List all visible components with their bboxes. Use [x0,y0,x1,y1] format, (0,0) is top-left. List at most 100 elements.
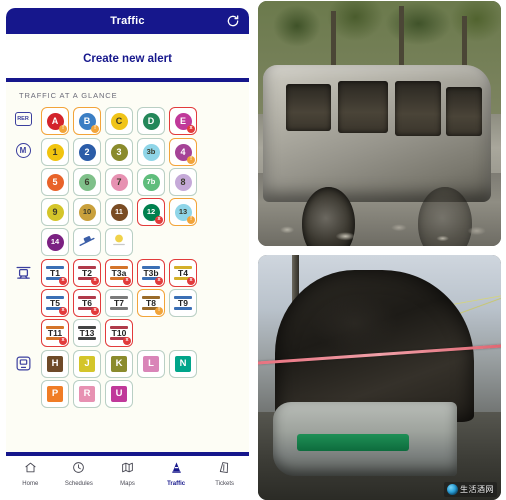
line-row: A! B! C D Ex [40,107,249,135]
line-row: 9 10 11 12 x 13! [40,198,249,226]
line-tile-metro-14[interactable]: 14 [41,228,69,256]
line-tile-transilien-K[interactable]: K [105,350,133,378]
line-tile-metro-13[interactable]: 13! [169,198,197,226]
line-tile-transilien-U[interactable]: U [105,380,133,408]
line-tile-metro-9[interactable]: 9 [41,198,69,226]
line-tile-metro-3b[interactable]: 3b [137,138,165,166]
line-tile-tram-T2[interactable]: T2 x [73,259,101,287]
status-badge: x [155,277,163,285]
line-grid-transilien: HJKLN PRU [40,350,249,410]
line-tile-metro-5[interactable]: 5 [41,168,69,196]
line-row: 1 2 3 3b 4! [40,138,249,166]
traffic-at-a-glance-section: TRAFFIC AT A GLANCE RER A! B! C D Ex M 1 2 3 3b 4! 5… [6,82,249,452]
line-tile-metro-4[interactable]: 4! [169,138,197,166]
line-letter-mark: N [175,356,191,372]
tab-tickets[interactable]: Tickets [200,461,249,487]
line-number-mark: D [142,112,160,130]
app-bar: Traffic [6,8,249,34]
page-title: Traffic [110,15,145,27]
clock-icon [72,461,85,479]
line-tile-rer-D[interactable]: D [137,107,165,135]
line-number-mark: 14 [46,233,64,251]
tab-label: Maps [120,481,135,487]
line-letter-mark: J [79,356,95,372]
line-tile-transilien-L[interactable]: L [137,350,165,378]
tab-label: Traffic [167,481,186,487]
line-tile-tram-T5[interactable]: T5 x [41,289,69,317]
tram-badge-icon [15,264,32,286]
line-tile-metro-8[interactable]: 8 [169,168,197,196]
line-tile-metro-6[interactable]: 6 [73,168,101,196]
tab-home[interactable]: Home [6,461,55,487]
screen: Traffic Create new alert TRAFFIC AT A GL… [0,0,506,500]
tab-schedules[interactable]: Schedules [55,461,104,487]
line-number-mark: C [110,112,128,130]
line-number-mark: 6 [78,173,96,191]
transilien-badge-icon [15,355,32,377]
funicular-icon [78,231,96,254]
status-badge: x [91,307,99,315]
tram-green-stripe [296,433,409,451]
line-tile-transilien-N[interactable]: N [169,350,197,378]
line-tile-tram-T13[interactable]: T13 [73,319,101,347]
tab-maps[interactable]: Maps [103,461,152,487]
line-grid-rer: A! B! C D Ex [40,107,249,137]
line-tile-transilien-J[interactable]: J [73,350,101,378]
line-tile-tram-T1[interactable]: T1 x [41,259,69,287]
line-tile-metro-7[interactable]: 7 [105,168,133,196]
line-tile-metro-11[interactable]: 11 [105,198,133,226]
line-tile-tram-T11[interactable]: T11 x [41,319,69,347]
line-tile-tram-T8[interactable]: T8! [137,289,165,317]
line-letter-mark: R [79,386,95,402]
cone-icon [170,461,183,479]
line-row: 14 [40,228,249,256]
status-badge: x [91,277,99,285]
mode-list: RER A! B! C D Ex M 1 2 3 3b 4! 5 6 7 7b 8 9 10 11 12 x 13! 14 T1… [6,107,249,410]
mode-block-rer: RER A! B! C D Ex [6,107,249,137]
tab-traffic[interactable]: Traffic [152,461,201,487]
line-tile-metro-2[interactable]: 2 [73,138,101,166]
line-number-mark: 5 [46,173,64,191]
status-badge: x [123,337,131,345]
line-tile-transilien-P[interactable]: P [41,380,69,408]
mode-block-tram: T1 x T2 x T3a x T3b x T4 x T5 x T6 x T7 T8! T9 T11 x T13 T10… [6,259,249,349]
line-row: 5 6 7 7b 8 [40,168,249,196]
line-tile-tram-T10[interactable]: T10 x [105,319,133,347]
tram-line-mark: T9 [173,294,193,312]
metro-badge-icon: M [15,143,31,158]
line-number-mark: 2 [78,143,96,161]
app-screen: Traffic Create new alert TRAFFIC AT A GL… [6,8,249,492]
refresh-icon[interactable] [226,14,240,28]
create-new-alert-button[interactable]: Create new alert [6,40,249,82]
line-tile-rer-C[interactable]: C [105,107,133,135]
line-number-mark: 10 [78,203,96,221]
line-number-mark: 1 [46,143,64,161]
tab-label: Schedules [64,481,93,487]
line-tile-tram-T6[interactable]: T6 x [73,289,101,317]
mode-icon-tram [6,259,40,286]
status-badge: x [187,125,195,133]
line-tile-rer-E[interactable]: Ex [169,107,197,135]
line-tile-tram-T3a[interactable]: T3a x [105,259,133,287]
line-tile-metro-12[interactable]: 12 x [137,198,165,226]
status-badge: x [123,277,131,285]
line-tile-tram-T9[interactable]: T9 [169,289,197,317]
status-badge: x [155,216,163,224]
line-tile-transilien-H[interactable]: H [41,350,69,378]
line-tile-metro-7b[interactable]: 7b [137,168,165,196]
line-tile-metro-3[interactable]: 3 [105,138,133,166]
line-tile-transilien-R[interactable]: R [73,380,101,408]
status-badge: x [59,277,67,285]
line-tile-rer-A[interactable]: A! [41,107,69,135]
line-tile-tram-T7[interactable]: T7 [105,289,133,317]
line-tile-metro-10[interactable]: 10 [73,198,101,226]
line-grid-metro: 1 2 3 3b 4! 5 6 7 7b 8 9 10 11 12 x 13! 14 [40,138,249,258]
line-number-mark: 3 [110,143,128,161]
line-tile-tram-T4[interactable]: T4 x [169,259,197,287]
line-tile-tram-T3b[interactable]: T3b x [137,259,165,287]
line-tile-rer-B[interactable]: B! [73,107,101,135]
line-tile-metro-orlyval[interactable] [105,228,133,256]
line-tile-metro-1[interactable]: 1 [41,138,69,166]
line-row: T11 x T13 T10 x [40,319,249,347]
line-tile-metro-funicular[interactable] [73,228,101,256]
